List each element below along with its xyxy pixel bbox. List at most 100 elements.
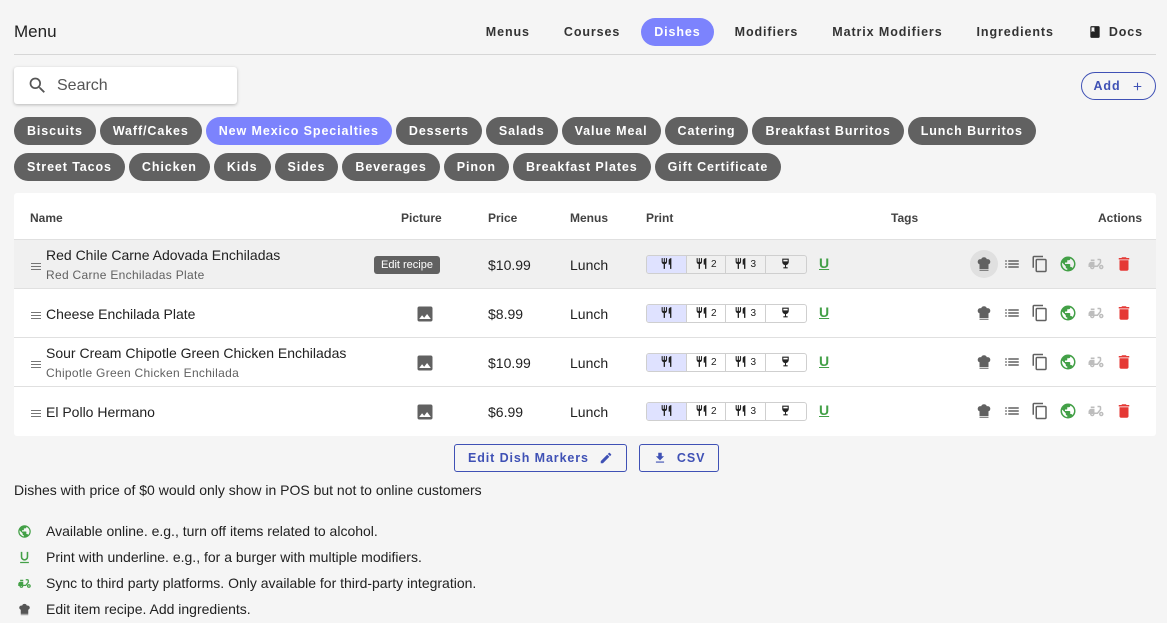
copy-icon [1031, 255, 1049, 273]
edit-recipe-button[interactable] [970, 250, 998, 278]
globe-icon [1059, 304, 1077, 322]
price-note: Dishes with price of $0 would only show … [14, 482, 482, 498]
table-row[interactable]: Sour Cream Chipotle Green Chicken Enchil… [14, 338, 1156, 387]
nav-docs-label: Docs [1108, 25, 1143, 39]
modifiers-list-button[interactable] [1003, 353, 1021, 371]
table-actions: Edit Dish Markers CSV [454, 444, 720, 472]
col-price[interactable]: Price [488, 211, 517, 225]
nav-courses[interactable]: Courses [551, 18, 633, 46]
edit-recipe-tooltip: Edit recipe [374, 256, 440, 274]
table-row[interactable]: Cheese Enchilada Plate $8.99 Lunch 2 3 U [14, 289, 1156, 338]
delete-button[interactable] [1115, 402, 1133, 420]
nav-ingredients[interactable]: Ingredients [964, 18, 1067, 46]
category-chip[interactable]: Breakfast Burritos [752, 117, 904, 145]
print-station-1[interactable] [647, 305, 687, 322]
category-chip[interactable]: Sides [274, 153, 339, 181]
copy-button[interactable] [1031, 353, 1049, 371]
underline-toggle[interactable]: U [819, 402, 829, 418]
category-chip[interactable]: Kids [213, 153, 271, 181]
search-input[interactable] [55, 75, 225, 96]
category-chip[interactable]: Waff/Cakes [99, 117, 202, 145]
print-station-bar[interactable] [766, 256, 806, 273]
category-chip[interactable]: Lunch Burritos [907, 117, 1036, 145]
col-name[interactable]: Name [30, 211, 63, 225]
print-station-2[interactable]: 2 [687, 354, 726, 371]
print-station-1[interactable] [647, 354, 687, 371]
nav-dishes[interactable]: Dishes [641, 18, 714, 46]
category-chip[interactable]: Value Meal [561, 117, 661, 145]
modifiers-list-button[interactable] [1003, 255, 1021, 273]
image-icon[interactable] [415, 353, 435, 373]
copy-button[interactable] [1031, 304, 1049, 322]
edit-recipe-button[interactable] [975, 304, 993, 322]
category-chip[interactable]: Breakfast Plates [512, 153, 651, 181]
online-toggle-button[interactable] [1059, 353, 1077, 371]
edit-recipe-button[interactable] [975, 402, 993, 420]
sync-toggle-button[interactable] [1087, 402, 1105, 420]
category-chip-active[interactable]: New Mexico Specialties [205, 117, 392, 145]
table-row[interactable]: El Pollo Hermano $6.99 Lunch 2 3 U [14, 387, 1156, 436]
table-row[interactable]: Red Chile Carne Adovada Enchiladas Red Ca… [14, 240, 1156, 289]
print-station-2[interactable]: 2 [687, 305, 726, 322]
underline-toggle[interactable]: U [819, 304, 829, 320]
category-chip[interactable]: Desserts [395, 117, 482, 145]
edit-recipe-button[interactable] [975, 353, 993, 371]
dish-name[interactable]: El Pollo Hermano [46, 404, 155, 420]
chef-hat-icon [975, 304, 993, 322]
sync-toggle-button[interactable] [1087, 255, 1105, 273]
print-station-bar[interactable] [766, 305, 806, 322]
drag-handle-icon[interactable] [31, 406, 41, 417]
image-icon[interactable] [415, 304, 435, 324]
print-station-2[interactable]: 2 [687, 403, 726, 420]
print-station-3[interactable]: 3 [726, 403, 766, 420]
modifiers-list-button[interactable] [1003, 402, 1021, 420]
underline-toggle[interactable]: U [819, 255, 829, 271]
sync-toggle-button[interactable] [1087, 353, 1105, 371]
category-chip[interactable]: Pinon [443, 153, 509, 181]
category-chip[interactable]: Biscuits [14, 117, 96, 145]
dish-name[interactable]: Cheese Enchilada Plate [46, 306, 195, 322]
online-toggle-button[interactable] [1059, 304, 1077, 322]
wine-glass-icon [779, 306, 792, 322]
nav-modifiers[interactable]: Modifiers [722, 18, 812, 46]
search-box[interactable] [14, 67, 237, 104]
dish-name[interactable]: Sour Cream Chipotle Green Chicken Enchil… [46, 345, 346, 361]
delete-button[interactable] [1115, 353, 1133, 371]
print-station-3[interactable]: 3 [726, 305, 766, 322]
drag-handle-icon[interactable] [31, 308, 41, 319]
print-station-bar[interactable] [766, 354, 806, 371]
category-chip[interactable]: Beverages [342, 153, 440, 181]
image-icon[interactable] [415, 402, 435, 422]
print-station-bar[interactable] [766, 403, 806, 420]
drag-handle-icon[interactable] [31, 357, 41, 368]
category-chip[interactable]: Catering [664, 117, 749, 145]
print-station-3[interactable]: 3 [726, 256, 766, 273]
delete-button[interactable] [1115, 255, 1133, 273]
print-station-2[interactable]: 2 [687, 256, 726, 273]
drag-handle-icon[interactable] [31, 259, 41, 270]
add-button[interactable]: Add [1081, 72, 1156, 100]
online-toggle-button[interactable] [1059, 255, 1077, 273]
print-station-3[interactable]: 3 [726, 354, 766, 371]
print-station-1[interactable] [647, 256, 687, 273]
nav-docs[interactable]: Docs [1075, 18, 1156, 46]
fork-knife-icon [695, 257, 708, 273]
nav-menus[interactable]: Menus [473, 18, 543, 46]
modifiers-list-button[interactable] [1003, 304, 1021, 322]
category-chip[interactable]: Street Tacos [14, 153, 125, 181]
edit-dish-markers-button[interactable]: Edit Dish Markers [454, 444, 627, 472]
csv-label: CSV [676, 451, 706, 465]
category-chip[interactable]: Gift Certificate [654, 153, 782, 181]
csv-button[interactable]: CSV [638, 444, 720, 472]
online-toggle-button[interactable] [1059, 402, 1077, 420]
underline-toggle[interactable]: U [819, 353, 829, 369]
category-chip[interactable]: Chicken [128, 153, 210, 181]
print-station-1[interactable] [647, 403, 687, 420]
category-chip[interactable]: Salads [485, 117, 558, 145]
copy-button[interactable] [1031, 402, 1049, 420]
copy-button[interactable] [1031, 255, 1049, 273]
delete-button[interactable] [1115, 304, 1133, 322]
sync-toggle-button[interactable] [1087, 304, 1105, 322]
nav-matrix-modifiers[interactable]: Matrix Modifiers [819, 18, 955, 46]
dish-name[interactable]: Red Chile Carne Adovada Enchiladas [46, 247, 280, 263]
